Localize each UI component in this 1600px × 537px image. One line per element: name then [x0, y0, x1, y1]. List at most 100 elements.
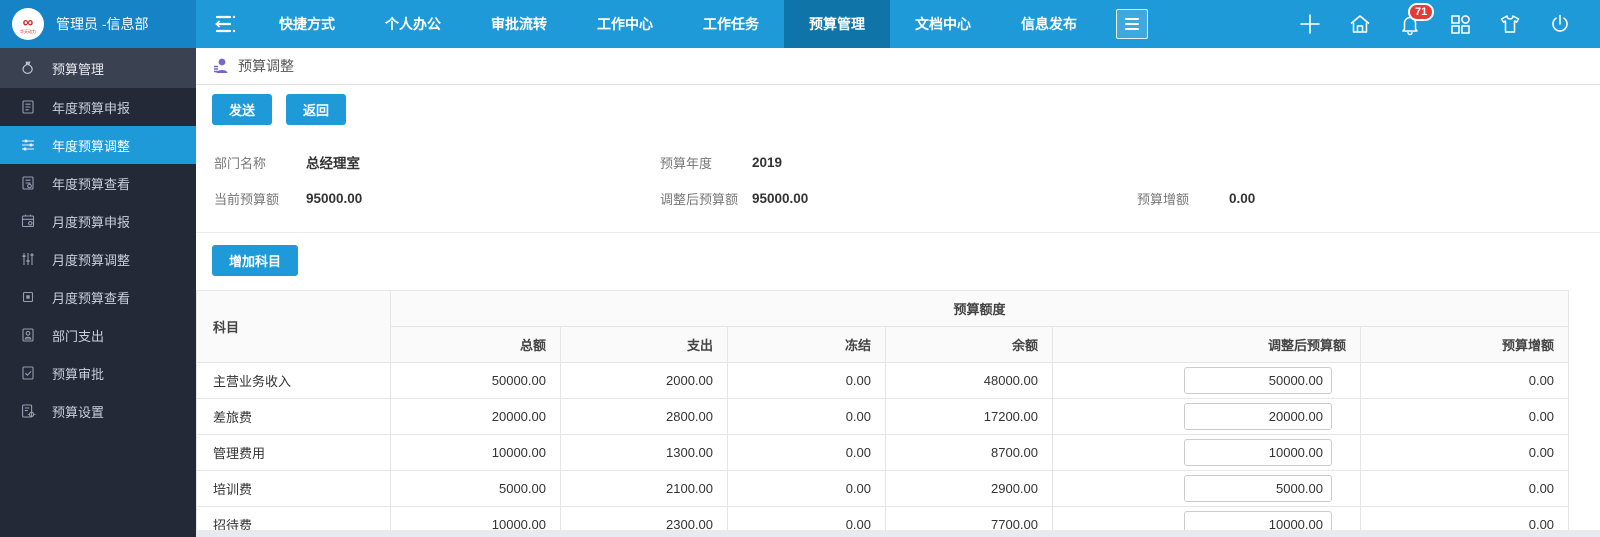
sidebar-item-0[interactable]: 预算管理 — [0, 48, 196, 88]
sidebar-item-label: 月度预算申报 — [52, 214, 131, 230]
budget-increase-value: 0.00 — [1229, 190, 1256, 206]
adjusted-budget-input[interactable] — [1184, 367, 1332, 394]
person-icon — [214, 58, 228, 73]
adjusted-cell — [1052, 398, 1361, 435]
dept-name-value: 总经理室 — [306, 156, 360, 171]
total-cell: 5000.00 — [390, 470, 561, 507]
topbar-icon-group: 71 — [1298, 0, 1600, 48]
main-content: 预算调整 发送 返回 部门名称 总经理室 预算年度 2019 当前预算额 950… — [196, 48, 1600, 537]
dept-name-label: 部门名称 — [214, 155, 267, 171]
adjusted-budget-input[interactable] — [1184, 475, 1332, 502]
column-header-increase: 预算增额 — [1359, 326, 1570, 363]
toolbar: 发送 返回 — [196, 85, 1600, 134]
table-row: 差旅费20000.002800.000.0017200.000.00 — [196, 398, 1570, 435]
subject-cell: 培训费 — [196, 470, 391, 507]
nav-item-7[interactable]: 信息发布 — [996, 0, 1102, 48]
collapse-menu-icon[interactable] — [196, 0, 254, 48]
total-cell: 50000.00 — [390, 362, 561, 399]
current-budget-label: 当前预算额 — [214, 191, 280, 207]
adjusted-budget-value: 95000.00 — [752, 190, 809, 206]
increase-cell: 0.00 — [1359, 470, 1570, 507]
increase-cell: 0.00 — [1359, 362, 1570, 399]
apps-grid-icon[interactable] — [1448, 12, 1472, 36]
sidebar-item-6[interactable]: 月度预算查看 — [0, 278, 196, 316]
sidebar-item-label: 预算管理 — [52, 61, 105, 77]
nav-item-6[interactable]: 文档中心 — [890, 0, 996, 48]
breadcrumb: 预算调整 — [196, 48, 1600, 85]
budget-summary-form: 部门名称 总经理室 预算年度 2019 当前预算额 95000.00 调整后预算… — [196, 134, 1600, 233]
send-button[interactable]: 发送 — [212, 94, 273, 125]
equalizer-icon — [20, 251, 36, 267]
horizontal-scrollbar[interactable] — [196, 530, 1600, 537]
sidebar-item-7[interactable]: 部门支出 — [0, 316, 196, 354]
adjusted-budget-label: 调整后预算额 — [660, 191, 739, 207]
column-header-spent: 支出 — [560, 326, 728, 363]
frozen-cell: 0.00 — [727, 362, 886, 399]
column-group-header: 预算额度 — [389, 290, 1570, 327]
home-icon[interactable] — [1348, 12, 1372, 36]
frozen-cell: 0.00 — [727, 434, 886, 471]
balance-cell: 8700.00 — [885, 434, 1053, 471]
notifications-bell-icon[interactable]: 71 — [1398, 3, 1435, 36]
user-label: 管理员 -信息部 — [56, 16, 149, 32]
nav-item-2[interactable]: 审批流转 — [466, 0, 572, 48]
sidebar-item-8[interactable]: 预算审批 — [0, 354, 196, 392]
sidebar-item-5[interactable]: 月度预算调整 — [0, 240, 196, 278]
total-cell: 20000.00 — [390, 398, 561, 435]
doc-gear-icon — [20, 403, 36, 419]
more-menu-button[interactable] — [1116, 9, 1148, 39]
frozen-cell: 0.00 — [727, 398, 886, 435]
balance-cell: 17200.00 — [885, 398, 1053, 435]
sidebar-item-4[interactable]: 月度预算申报 — [0, 202, 196, 240]
increase-cell: 0.00 — [1359, 434, 1570, 471]
budget-year-label: 预算年度 — [660, 155, 713, 171]
frozen-cell: 0.00 — [727, 470, 886, 507]
adjusted-budget-input[interactable] — [1184, 403, 1332, 430]
budget-increase-label: 预算增额 — [1137, 191, 1190, 207]
monitor-icon — [20, 289, 36, 305]
app-logo-icon: ∞ 华天动力 — [12, 8, 44, 40]
table-row: 培训费5000.002100.000.002900.000.00 — [196, 470, 1570, 507]
logout-power-icon[interactable] — [1548, 12, 1572, 36]
sidebar-item-1[interactable]: 年度预算申报 — [0, 88, 196, 126]
sidebar-item-label: 年度预算申报 — [52, 100, 131, 116]
sidebar-item-label: 部门支出 — [52, 328, 105, 344]
sliders-icon — [20, 137, 36, 153]
sidebar: 预算管理年度预算申报 年度预算调整年度预算查看月度预算申报月度预算调整 月度预算查看… — [0, 48, 196, 537]
sidebar-item-label: 年度预算调整 — [52, 138, 131, 154]
add-icon[interactable] — [1298, 12, 1322, 36]
budget-year-value: 2019 — [752, 154, 783, 170]
table-row: 管理费用10000.001300.000.008700.000.00 — [196, 434, 1570, 471]
nav-item-5[interactable]: 预算管理 — [784, 0, 890, 48]
column-header-balance: 余额 — [885, 326, 1053, 363]
spent-cell: 2800.00 — [560, 398, 728, 435]
calendar-icon — [20, 213, 36, 229]
subject-cell: 管理费用 — [196, 434, 391, 471]
budget-table: 科目 预算额度 总额 支出 冻结 余额 调整后预算额 预算增额 主营业务收入 50… — [196, 290, 1570, 537]
nav-item-0[interactable]: 快捷方式 — [254, 0, 360, 48]
theme-shirt-icon[interactable] — [1498, 12, 1522, 36]
nav-item-3[interactable]: 工作中心 — [572, 0, 678, 48]
sidebar-item-2[interactable]: 年度预算调整 — [0, 126, 196, 164]
total-cell: 10000.00 — [390, 434, 561, 471]
sidebar-item-3[interactable]: 年度预算查看 — [0, 164, 196, 202]
table-row: 主营业务收入50000.002000.000.0048000.000.00 — [196, 362, 1570, 399]
balance-cell: 48000.00 — [885, 362, 1053, 399]
sidebar-item-9[interactable]: 预算设置 — [0, 392, 196, 430]
add-subject-button[interactable]: 增加科目 — [212, 245, 299, 276]
spent-cell: 2100.00 — [560, 470, 728, 507]
subject-cell: 差旅费 — [196, 398, 391, 435]
balance-cell: 2900.00 — [885, 470, 1053, 507]
doc-view-icon — [20, 175, 36, 191]
sidebar-item-label: 预算设置 — [52, 404, 105, 420]
nav-item-1[interactable]: 个人办公 — [360, 0, 466, 48]
current-budget-value: 95000.00 — [306, 190, 363, 206]
increase-cell: 0.00 — [1359, 398, 1570, 435]
adjusted-budget-input[interactable] — [1184, 439, 1332, 466]
nav-item-4[interactable]: 工作任务 — [678, 0, 784, 48]
back-button[interactable]: 返回 — [286, 94, 347, 125]
logo-text: 华天动力 — [20, 28, 36, 34]
notification-badge: 71 — [1408, 3, 1435, 21]
table-actions: 增加科目 — [196, 233, 1600, 288]
doc-check-icon — [20, 365, 36, 381]
